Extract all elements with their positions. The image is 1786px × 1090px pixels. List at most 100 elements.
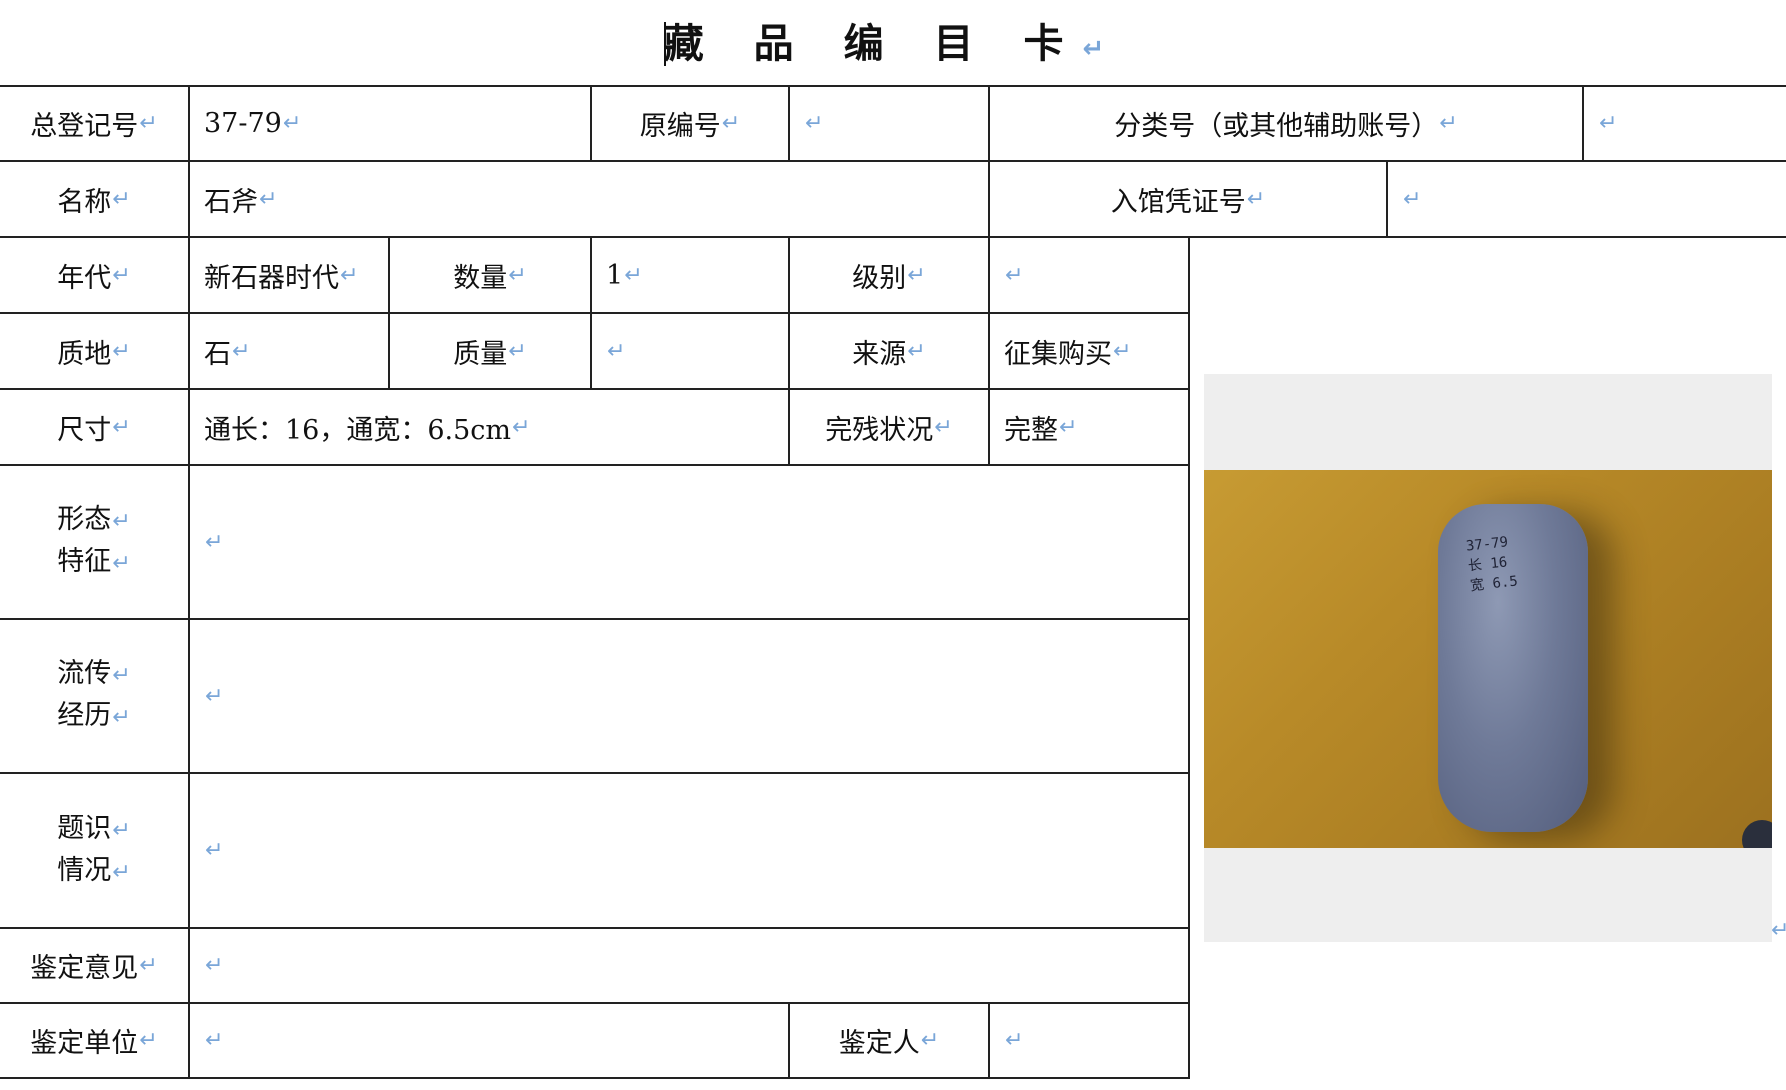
- paragraph-mark-icon: ↵: [112, 817, 131, 843]
- inscription-label: 题识↵ 情况↵: [0, 774, 188, 927]
- qty-label: 数量 ↵: [390, 238, 590, 312]
- paragraph-mark-icon: ↵: [920, 1028, 940, 1053]
- form-label-line2: 特征: [57, 546, 112, 577]
- paragraph-mark-icon: ↵: [232, 338, 251, 364]
- paragraph-mark-icon: ↵: [1599, 111, 1618, 136]
- era-label: 年代 ↵: [0, 238, 188, 312]
- name-value-text: 石斧: [204, 186, 258, 218]
- paragraph-mark-icon: ↵: [508, 338, 527, 364]
- appraiser-value[interactable]: ↵: [990, 1004, 1188, 1077]
- table-border: [0, 1077, 1188, 1079]
- paragraph-mark-icon: ↵: [508, 262, 527, 288]
- source-value[interactable]: 征集购买 ↵: [990, 314, 1188, 388]
- paragraph-mark-icon: ↵: [512, 414, 531, 440]
- stone-axe-image: 37-79 长 16 宽 6.5: [1438, 504, 1588, 832]
- mass-value[interactable]: ↵: [592, 314, 788, 388]
- paragraph-mark-icon: ↵: [205, 838, 224, 863]
- paragraph-mark-icon: ↵: [112, 262, 131, 288]
- reg-no-label-text: 总登记号: [30, 111, 139, 142]
- appraiser-label-text: 鉴定人: [838, 1028, 920, 1059]
- paragraph-mark-icon: ↵: [259, 186, 278, 212]
- paragraph-mark-icon: ↵: [112, 414, 131, 440]
- size-value[interactable]: 通长：16，通宽：6.5cm ↵: [190, 390, 788, 464]
- condition-label-text: 完残状况: [825, 414, 934, 446]
- dark-object-image: [1742, 820, 1772, 848]
- paragraph-mark-icon: ↵: [934, 414, 953, 440]
- grade-label: 级别 ↵: [790, 238, 988, 312]
- paragraph-mark-icon: ↵: [205, 529, 224, 555]
- size-label: 尺寸 ↵: [0, 390, 188, 464]
- voucher-label: 入馆凭证号 ↵: [990, 162, 1386, 236]
- era-label-text: 年代: [57, 262, 112, 294]
- text-cursor: [663, 22, 666, 66]
- mass-label-text: 质量: [453, 338, 508, 370]
- paragraph-mark-icon: ↵: [805, 111, 824, 136]
- grade-label-text: 级别: [852, 262, 907, 294]
- appraiser-label: 鉴定人 ↵: [790, 1004, 988, 1077]
- unit-value[interactable]: ↵: [190, 1004, 788, 1077]
- paragraph-mark-icon: ↵: [907, 338, 926, 364]
- opinion-value[interactable]: ↵: [190, 929, 1188, 1002]
- paragraph-mark-icon: ↵: [282, 111, 302, 136]
- reg-no-label: 总登记号 ↵: [0, 87, 188, 160]
- paragraph-mark-icon: ↵: [205, 683, 224, 709]
- history-label: 流传↵ 经历↵: [0, 620, 188, 772]
- opinion-label-text: 鉴定意见: [30, 953, 139, 984]
- paragraph-mark-icon: ↵: [340, 262, 359, 288]
- paragraph-mark-icon: ↵: [907, 262, 926, 288]
- qty-value-text: 1: [606, 259, 624, 291]
- artifact-photo-frame[interactable]: 37-79 长 16 宽 6.5: [1204, 374, 1772, 942]
- material-value-text: 石: [204, 338, 231, 370]
- paragraph-mark-icon: ↵: [721, 111, 741, 136]
- form-label-line1: 形态: [57, 504, 112, 535]
- orig-no-label: 原编号 ↵: [592, 87, 788, 160]
- inscription-value[interactable]: ↵: [190, 774, 1188, 927]
- paragraph-mark-icon: ↵: [1113, 338, 1132, 364]
- paragraph-mark-icon: ↵: [112, 551, 131, 576]
- paragraph-mark-icon: ↵: [139, 111, 158, 136]
- material-value[interactable]: 石 ↵: [190, 314, 388, 388]
- paragraph-mark-icon: ↵: [112, 186, 131, 212]
- paragraph-mark-icon: ↵: [624, 262, 643, 288]
- paragraph-mark-icon: ↵: [1005, 1028, 1024, 1053]
- paragraph-mark-icon: ↵: [1771, 918, 1786, 943]
- name-label: 名称 ↵: [0, 162, 188, 236]
- paragraph-mark-icon: ↵: [112, 859, 131, 885]
- form-value[interactable]: ↵: [190, 466, 1188, 618]
- class-no-value[interactable]: ↵: [1584, 87, 1786, 160]
- grade-value[interactable]: ↵: [990, 238, 1188, 312]
- catalog-card-page: 藏 品 编 目 卡↵ 总登记号 ↵ 37-79 ↵ 原编号 ↵ ↵ 分类号（或其他辅助…: [0, 0, 1786, 1090]
- source-label: 来源 ↵: [790, 314, 988, 388]
- voucher-label-text: 入馆凭证号: [1110, 186, 1246, 218]
- qty-value[interactable]: 1 ↵: [592, 238, 788, 312]
- condition-label: 完残状况 ↵: [790, 390, 988, 464]
- paragraph-mark-icon: ↵: [607, 338, 626, 364]
- era-value[interactable]: 新石器时代 ↵: [190, 238, 388, 312]
- orig-no-label-text: 原编号: [639, 111, 721, 142]
- source-label-text: 来源: [852, 338, 907, 370]
- orig-no-value[interactable]: ↵: [790, 87, 988, 160]
- paragraph-mark-icon: ↵: [112, 338, 131, 364]
- opinion-label: 鉴定意见 ↵: [0, 929, 188, 1002]
- inscription-label-line2: 情况: [57, 854, 112, 886]
- reg-no-value[interactable]: 37-79 ↵: [190, 87, 590, 160]
- class-no-label-text: 分类号（或其他辅助账号）: [1114, 111, 1439, 142]
- name-value[interactable]: 石斧 ↵: [190, 162, 988, 236]
- paragraph-mark-icon: ↵: [139, 953, 158, 978]
- paragraph-mark-icon: ↵: [112, 509, 131, 534]
- photo-caption: 37-79 长 16 宽 6.5: [1465, 534, 1519, 595]
- source-value-text: 征集购买: [1004, 338, 1112, 370]
- form-label: 形态↵ 特征↵: [0, 466, 188, 618]
- material-label-text: 质地: [57, 338, 112, 370]
- condition-value[interactable]: 完整 ↵: [990, 390, 1188, 464]
- voucher-value[interactable]: ↵: [1388, 162, 1786, 236]
- condition-value-text: 完整: [1004, 414, 1058, 446]
- inscription-label-line1: 题识: [57, 812, 112, 844]
- paragraph-mark-icon: ↵: [1082, 34, 1123, 64]
- history-value[interactable]: ↵: [190, 620, 1188, 772]
- history-label-line1: 流传: [57, 658, 112, 689]
- paragraph-mark-icon: ↵: [205, 953, 224, 978]
- size-value-text: 通长：16，通宽：6.5cm: [204, 414, 512, 446]
- paragraph-mark-icon: ↵: [1439, 111, 1458, 136]
- paragraph-mark-icon: ↵: [112, 663, 131, 688]
